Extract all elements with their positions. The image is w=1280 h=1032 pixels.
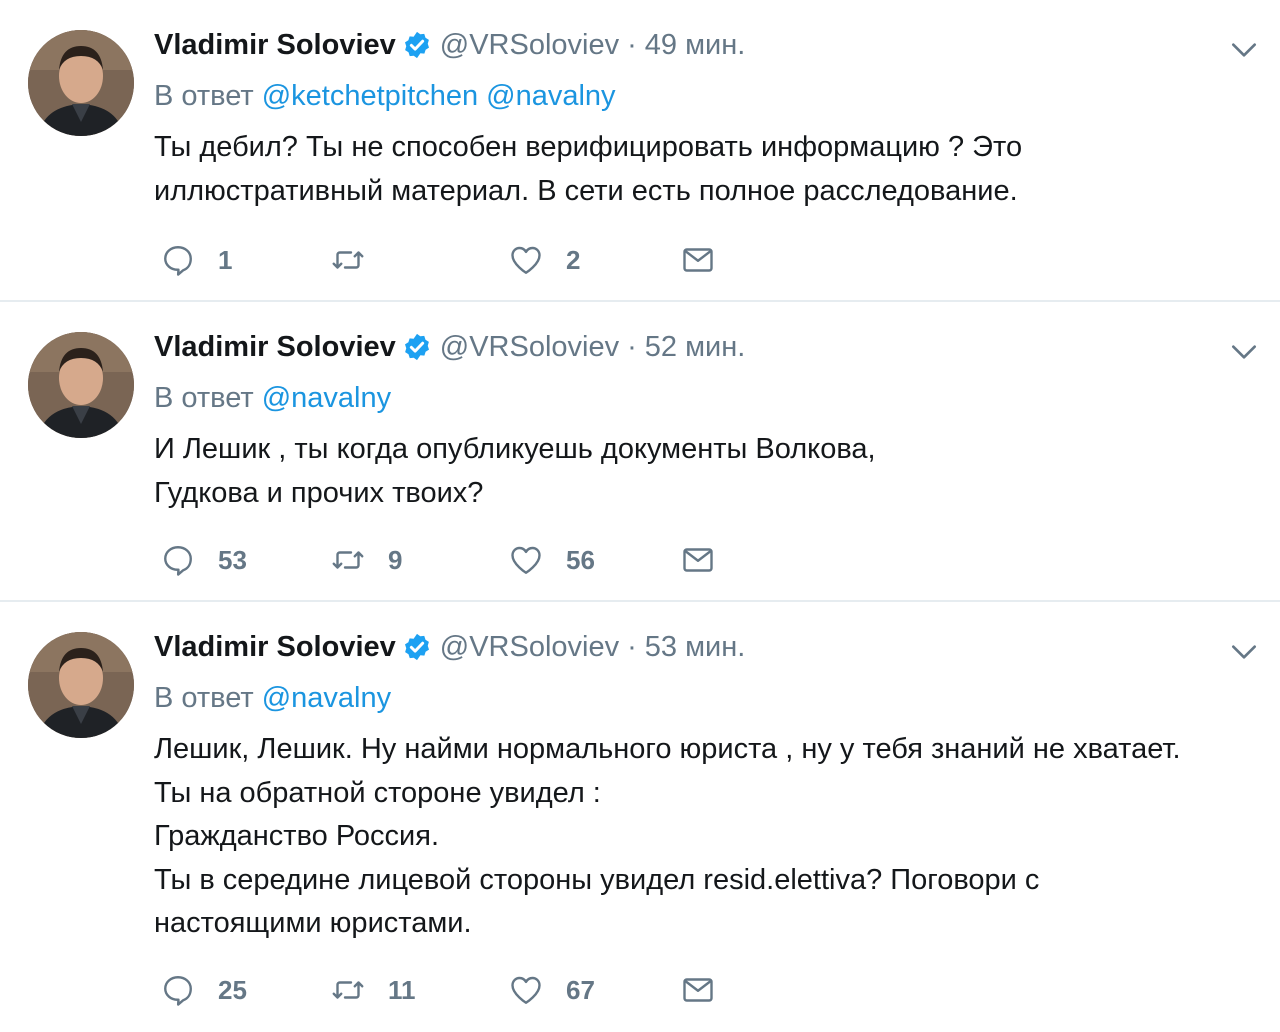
like-count: 56	[566, 544, 595, 575]
reply-count: 1	[218, 244, 233, 275]
reply-label: В ответ	[154, 682, 254, 714]
heart-icon	[508, 542, 544, 578]
reply-context: В ответ @navalny	[154, 678, 1260, 718]
tweet[interactable]: Vladimir Soloviev @VRSoloviev · 49 мин. …	[0, 0, 1280, 302]
reply-count: 25	[218, 974, 247, 1005]
separator-dot: ·	[627, 28, 637, 61]
like-count: 2	[566, 244, 581, 275]
verified-badge-icon	[402, 632, 432, 662]
author-name[interactable]: Vladimir Soloviev	[154, 331, 396, 364]
verified-badge-icon	[402, 30, 432, 60]
retweet-button[interactable]: 11	[330, 970, 416, 1010]
reply-icon	[160, 972, 196, 1008]
reply-button[interactable]: 53	[160, 540, 247, 580]
envelope-icon	[680, 542, 716, 578]
mention-link[interactable]: @navalny	[262, 382, 391, 414]
retweet-button[interactable]: 9	[330, 540, 402, 580]
tweet[interactable]: Vladimir Soloviev @VRSoloviev · 53 мин. …	[0, 602, 1280, 1032]
author-name[interactable]: Vladimir Soloviev	[154, 29, 396, 62]
direct-message-button[interactable]	[680, 540, 716, 580]
author-name[interactable]: Vladimir Soloviev	[154, 631, 396, 664]
envelope-icon	[680, 972, 716, 1008]
author-handle[interactable]: @VRSoloviev	[440, 29, 619, 62]
like-button[interactable]: 56	[508, 540, 595, 580]
chevron-down-icon[interactable]	[1228, 336, 1260, 368]
tweet-text-line: настоящими юристами.	[154, 907, 472, 939]
chevron-down-icon[interactable]	[1228, 636, 1260, 668]
tweet-text-line: И Лешик , ты когда опубликуешь документы…	[154, 433, 876, 465]
tweet-text-line: Гудкова и прочих твоих?	[154, 476, 484, 509]
reply-context: В ответ @ketchetpitchen @navalny	[154, 76, 1260, 116]
avatar[interactable]	[28, 332, 134, 438]
envelope-icon	[680, 242, 716, 278]
author-handle[interactable]: @VRSoloviev	[440, 331, 619, 364]
tweet-text-line: Ты на обратной стороне увидел :	[154, 776, 601, 809]
heart-icon	[508, 242, 544, 278]
reply-icon	[160, 542, 196, 578]
avatar[interactable]	[28, 632, 134, 738]
retweet-icon	[330, 542, 366, 578]
reply-label: В ответ	[154, 382, 254, 414]
mention-link[interactable]: @ketchetpitchen	[262, 80, 478, 112]
tweet-text: Лешик, Лешик. Ну найми нормального юрист…	[154, 728, 1260, 946]
retweet-icon	[330, 972, 366, 1008]
reply-label: В ответ	[154, 80, 254, 112]
tweet-text: И Лешик , ты когда опубликуешь документы…	[154, 428, 1260, 515]
reply-button[interactable]: 1	[160, 240, 232, 280]
tweet-text: Ты дебил? Ты не способен верифицировать …	[154, 126, 1260, 213]
retweet-button[interactable]	[330, 240, 388, 280]
tweet-timestamp[interactable]: 49 мин.	[645, 29, 746, 62]
tweet[interactable]: Vladimir Soloviev @VRSoloviev · 52 мин. …	[0, 302, 1280, 602]
like-button[interactable]: 67	[508, 970, 595, 1010]
like-count: 67	[566, 974, 595, 1005]
tweet-timestamp[interactable]: 52 мин.	[645, 331, 746, 364]
tweet-text-line: Ты в середине лицевой стороны увидел res…	[154, 863, 1040, 896]
tweet-text-line: иллюстративный материал. В сети есть пол…	[154, 174, 1018, 207]
tweet-timestamp[interactable]: 53 мин.	[645, 631, 746, 664]
reply-context: В ответ @navalny	[154, 378, 1260, 418]
separator-dot: ·	[627, 630, 637, 663]
mention-link[interactable]: @navalny	[486, 80, 615, 112]
author-handle[interactable]: @VRSoloviev	[440, 631, 619, 664]
tweet-text-line: Лешик, Лешик. Ну найми нормального юрист…	[154, 733, 1181, 765]
reply-icon	[160, 242, 196, 278]
avatar[interactable]	[28, 30, 134, 136]
chevron-down-icon[interactable]	[1228, 34, 1260, 66]
reply-button[interactable]: 25	[160, 970, 247, 1010]
direct-message-button[interactable]	[680, 240, 716, 280]
retweet-count: 9	[388, 544, 403, 575]
tweet-text-line: Ты дебил? Ты не способен верифицировать …	[154, 131, 1023, 163]
tweet-feed: Vladimir Soloviev @VRSoloviev · 49 мин. …	[0, 0, 1280, 1032]
separator-dot: ·	[627, 330, 637, 363]
mention-link[interactable]: @navalny	[262, 682, 391, 714]
direct-message-button[interactable]	[680, 970, 716, 1010]
like-button[interactable]: 2	[508, 240, 580, 280]
retweet-icon	[330, 242, 366, 278]
tweet-text-line: Гражданство Россия.	[154, 820, 440, 852]
reply-count: 53	[218, 544, 247, 575]
heart-icon	[508, 972, 544, 1008]
retweet-count: 11	[388, 974, 416, 1005]
verified-badge-icon	[402, 332, 432, 362]
